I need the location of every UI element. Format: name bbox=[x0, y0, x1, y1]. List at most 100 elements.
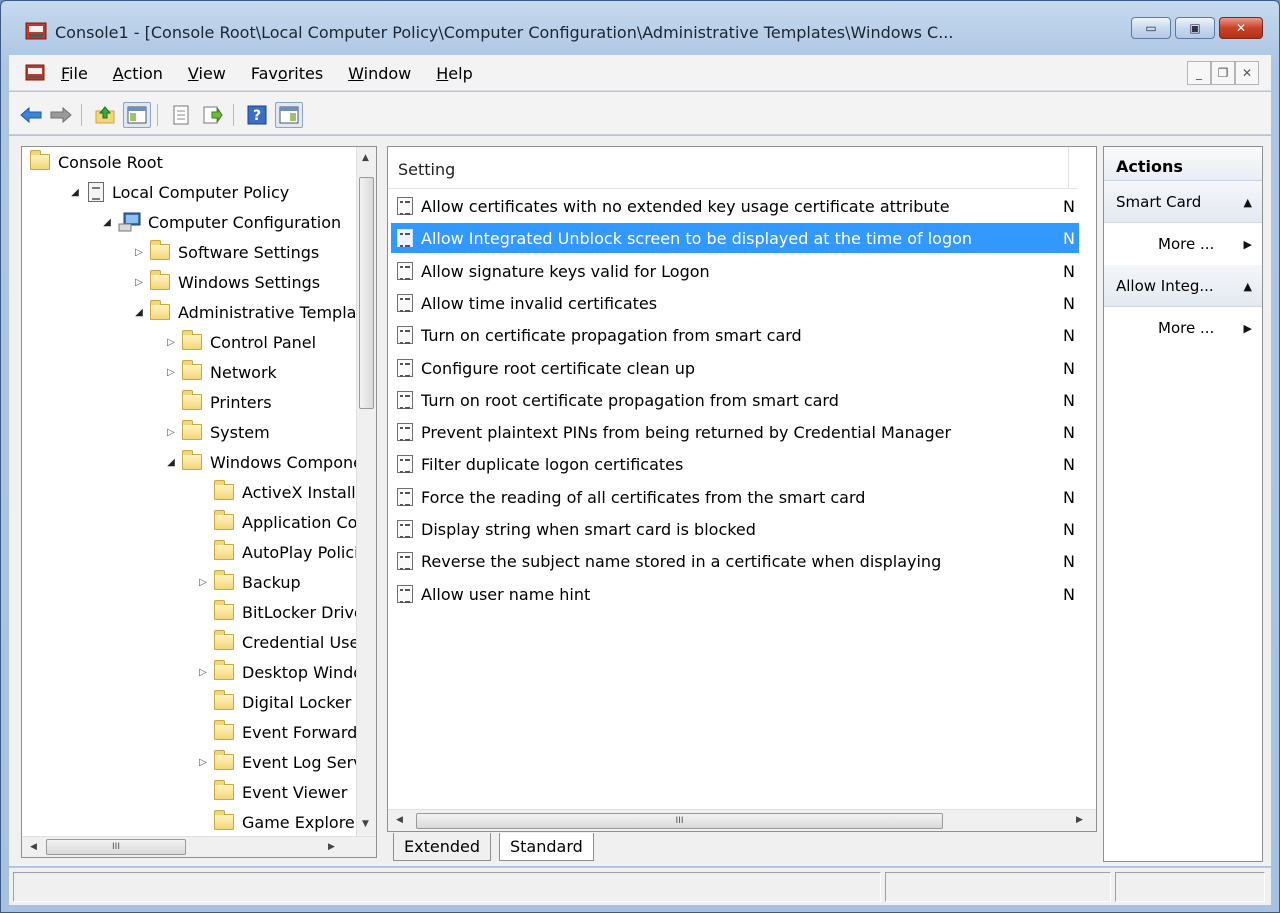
mdi-restore-button[interactable]: ❐ bbox=[1211, 61, 1235, 85]
tree-item[interactable]: Game Explorer bbox=[196, 807, 361, 837]
setting-row[interactable]: Turn on root certificate propagation fro… bbox=[391, 385, 1079, 415]
setting-row-selected[interactable]: Allow Integrated Unblock screen to be di… bbox=[391, 223, 1079, 253]
tree-item[interactable]: ActiveX Installer Service bbox=[196, 477, 376, 507]
show-hide-action-pane-button[interactable] bbox=[275, 102, 303, 128]
tree-item[interactable]: ▷ Backup bbox=[196, 567, 301, 597]
setting-row[interactable]: Allow time invalid certificates N bbox=[391, 288, 1079, 318]
expanded-arrow-icon[interactable]: ◢ bbox=[164, 457, 178, 468]
tree-item[interactable]: ▷ Event Log Service bbox=[196, 747, 376, 777]
collapsed-arrow-icon[interactable]: ▷ bbox=[132, 277, 146, 288]
expanded-arrow-icon[interactable]: ◢ bbox=[100, 217, 114, 228]
actions-group-smart-card[interactable]: Smart Card ▲ bbox=[1104, 181, 1262, 223]
tree-item[interactable]: ▷ Network bbox=[164, 357, 277, 387]
scroll-right-arrow-icon[interactable]: ▶ bbox=[328, 842, 335, 852]
tree-item[interactable]: ▷ Control Panel bbox=[164, 327, 316, 357]
list-hscroll-thumb[interactable]: III bbox=[416, 813, 943, 829]
system-menu-icon[interactable] bbox=[25, 63, 45, 83]
show-hide-console-tree-button[interactable] bbox=[123, 102, 151, 128]
menu-file[interactable]: File bbox=[61, 64, 88, 83]
setting-row[interactable]: Allow user name hint N bbox=[391, 579, 1079, 609]
tree-item[interactable]: Printers bbox=[164, 387, 272, 417]
collapsed-arrow-icon[interactable]: ▷ bbox=[132, 247, 146, 258]
submenu-arrow-icon: ▶ bbox=[1243, 322, 1252, 335]
actions-group-allow-integ[interactable]: Allow Integ... ▲ bbox=[1104, 265, 1262, 307]
tree-item[interactable]: Digital Locker bbox=[196, 687, 351, 717]
up-one-level-button[interactable] bbox=[91, 102, 119, 128]
tree-item[interactable]: Application Compatibility bbox=[196, 507, 376, 537]
setting-row[interactable]: Reverse the subject name stored in a cer… bbox=[391, 546, 1079, 576]
scroll-left-arrow-icon[interactable]: ◀ bbox=[30, 842, 37, 852]
tree-item[interactable]: ▷Desktop Window Manager bbox=[196, 657, 376, 687]
tree-item[interactable]: AutoPlay Policies bbox=[196, 537, 376, 567]
status-segment-3 bbox=[1115, 872, 1265, 902]
back-arrow-icon bbox=[20, 106, 42, 124]
back-button[interactable] bbox=[17, 102, 45, 128]
tree-item[interactable]: ◢ Administrative Templates bbox=[132, 297, 376, 327]
tab-extended[interactable]: Extended bbox=[393, 833, 491, 861]
collapsed-arrow-icon[interactable]: ▷ bbox=[196, 757, 210, 768]
tree-item[interactable]: Console Root bbox=[26, 147, 163, 177]
setting-row[interactable]: Turn on certificate propagation from sma… bbox=[391, 320, 1079, 350]
scroll-up-arrow-icon[interactable]: ▲ bbox=[362, 153, 369, 163]
tree-item[interactable]: ◢ Computer Configuration bbox=[100, 207, 341, 237]
tree-item[interactable]: ◢ Local Computer Policy bbox=[68, 177, 289, 207]
list-horizontal-scrollbar[interactable]: ◀ III ▶ bbox=[388, 809, 1096, 831]
collapsed-arrow-icon[interactable]: ▷ bbox=[196, 577, 210, 588]
tree-item[interactable]: Event Viewer bbox=[196, 777, 347, 807]
collapsed-arrow-icon[interactable]: ▷ bbox=[164, 367, 178, 378]
menu-view[interactable]: View bbox=[188, 64, 226, 83]
setting-row[interactable]: Display string when smart card is blocke… bbox=[391, 514, 1079, 544]
setting-row[interactable]: Filter duplicate logon certificates N bbox=[391, 449, 1079, 479]
tree-item[interactable]: ◢ Windows Components bbox=[164, 447, 376, 477]
collapsed-arrow-icon[interactable]: ▷ bbox=[164, 427, 178, 438]
policy-setting-icon bbox=[397, 294, 413, 312]
collapsed-arrow-icon[interactable]: ▷ bbox=[164, 337, 178, 348]
menu-help[interactable]: Help bbox=[436, 64, 472, 83]
scroll-left-arrow-icon[interactable]: ◀ bbox=[396, 815, 403, 825]
tree-item[interactable]: ▷ Software Settings bbox=[132, 237, 319, 267]
help-button[interactable]: ? bbox=[243, 102, 271, 128]
setting-row[interactable]: Allow signature keys valid for Logon N bbox=[391, 256, 1079, 286]
column-header-setting[interactable]: Setting bbox=[398, 160, 455, 179]
setting-row[interactable]: Allow certificates with no extended key … bbox=[391, 191, 1079, 221]
tree-hscroll-thumb[interactable]: III bbox=[46, 839, 186, 855]
properties-button[interactable] bbox=[167, 102, 195, 128]
collapsed-arrow-icon[interactable]: ▷ bbox=[196, 667, 210, 678]
close-button[interactable]: ✕ bbox=[1219, 17, 1263, 39]
tree-item-label: Event Viewer bbox=[242, 782, 348, 802]
tree-vscroll-thumb[interactable] bbox=[359, 177, 374, 409]
scroll-down-arrow-icon[interactable]: ▼ bbox=[362, 819, 369, 829]
scroll-right-arrow-icon[interactable]: ▶ bbox=[1076, 815, 1083, 825]
mdi-minimize-button[interactable]: _ bbox=[1187, 61, 1211, 85]
menu-action[interactable]: Action bbox=[113, 64, 163, 83]
maximize-button[interactable]: ▣ bbox=[1175, 17, 1215, 39]
menu-favorites[interactable]: Favorites bbox=[251, 64, 323, 83]
tree-item[interactable]: Event Forwarding bbox=[196, 717, 376, 747]
mdi-close-button[interactable]: ✕ bbox=[1235, 61, 1259, 85]
forward-button[interactable] bbox=[47, 102, 75, 128]
menu-window[interactable]: Window bbox=[348, 64, 411, 83]
tree-item[interactable]: BitLocker Drive Encryption bbox=[196, 597, 376, 627]
restore-icon: ❐ bbox=[1217, 66, 1229, 80]
export-list-button[interactable] bbox=[199, 102, 227, 128]
tree-item-label: Digital Locker bbox=[242, 692, 352, 712]
minimize-button[interactable]: ▭ bbox=[1131, 17, 1171, 39]
policy-setting-icon bbox=[397, 552, 413, 570]
actions-more-smart-card[interactable]: More ... ▶ bbox=[1104, 223, 1262, 265]
list-vertical-scrollbar[interactable] bbox=[1078, 147, 1096, 811]
tree-item[interactable]: Credential User Interface bbox=[196, 627, 376, 657]
title-bar[interactable]: Console1 - [Console Root\Local Computer … bbox=[1, 1, 1279, 53]
tab-standard[interactable]: Standard bbox=[499, 833, 594, 861]
expanded-arrow-icon[interactable]: ◢ bbox=[132, 307, 146, 318]
setting-row[interactable]: Force the reading of all certificates fr… bbox=[391, 482, 1079, 512]
tree-item[interactable]: ▷ Windows Settings bbox=[132, 267, 320, 297]
expanded-arrow-icon[interactable]: ◢ bbox=[68, 187, 82, 198]
actions-more-allow-integ[interactable]: More ... ▶ bbox=[1104, 307, 1262, 349]
tree-item[interactable]: ▷ System bbox=[164, 417, 270, 447]
setting-row[interactable]: Configure root certificate clean up N bbox=[391, 353, 1079, 383]
tree-horizontal-scrollbar[interactable]: ◀ III ▶ bbox=[22, 836, 376, 857]
tree-vertical-scrollbar[interactable]: ▲ ▼ bbox=[356, 147, 376, 837]
toolbar: ? bbox=[9, 92, 1271, 135]
setting-row[interactable]: Prevent plaintext PINs from being return… bbox=[391, 417, 1079, 447]
folder-icon bbox=[182, 420, 202, 440]
